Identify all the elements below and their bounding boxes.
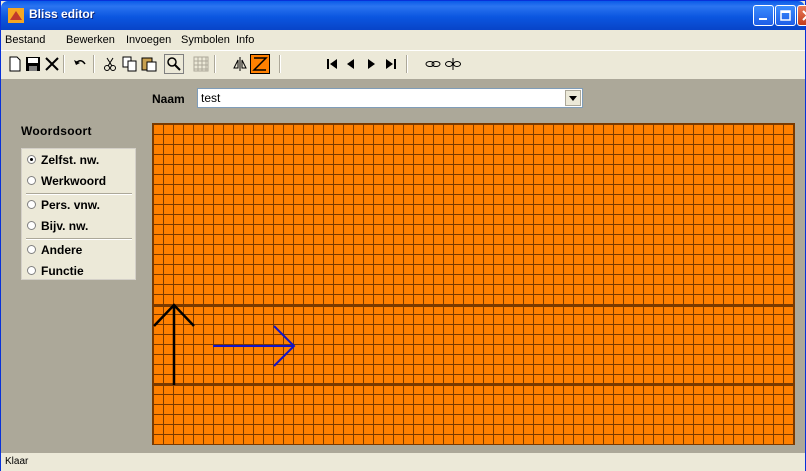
radio-label: Bijv. nw. bbox=[41, 219, 89, 233]
chevron-down-icon[interactable] bbox=[565, 90, 581, 106]
status-bar: Klaar bbox=[1, 452, 805, 471]
toolbar bbox=[1, 50, 805, 80]
minimize-icon[interactable] bbox=[753, 5, 774, 26]
woordsoort-label: Woordsoort bbox=[21, 124, 92, 138]
editor-area: Naam test Woordsoort Zelfst. nw. Werkwoo… bbox=[1, 79, 805, 452]
radio-icon[interactable] bbox=[27, 221, 36, 230]
menu-info[interactable]: Info bbox=[236, 34, 254, 46]
radio-functie[interactable]: Functie bbox=[22, 260, 135, 282]
grid-icon[interactable] bbox=[191, 54, 211, 74]
save-icon[interactable] bbox=[23, 54, 43, 74]
maximize-icon[interactable] bbox=[775, 5, 796, 26]
radio-icon[interactable] bbox=[27, 245, 36, 254]
draw-icon[interactable] bbox=[250, 54, 270, 74]
radio-icon[interactable] bbox=[27, 266, 36, 275]
radio-bijv-nw[interactable]: Bijv. nw. bbox=[22, 215, 135, 237]
radio-zelfst-nw[interactable]: Zelfst. nw. bbox=[22, 149, 135, 171]
radio-werkwoord[interactable]: Werkwoord bbox=[22, 170, 135, 192]
previous-icon[interactable] bbox=[341, 54, 361, 74]
radio-icon[interactable] bbox=[27, 176, 36, 185]
title-bar[interactable]: Bliss editor bbox=[1, 1, 806, 30]
cut-icon[interactable] bbox=[100, 54, 120, 74]
link-icon[interactable] bbox=[423, 54, 443, 74]
app-window: Bliss editor Bestand Bewerken Invoegen S… bbox=[0, 0, 806, 471]
radio-selected-icon[interactable] bbox=[27, 155, 36, 164]
menu-bewerken[interactable]: Bewerken bbox=[66, 34, 115, 46]
drawing-grid[interactable] bbox=[152, 123, 795, 445]
menu-invoegen[interactable]: Invoegen bbox=[126, 34, 171, 46]
right-arrow-icon[interactable] bbox=[213, 325, 296, 367]
radio-andere[interactable]: Andere bbox=[22, 239, 135, 261]
undo-icon[interactable] bbox=[70, 54, 90, 74]
window-title: Bliss editor bbox=[29, 7, 95, 21]
unlink-icon[interactable] bbox=[443, 54, 463, 74]
radio-label: Functie bbox=[41, 264, 84, 278]
copy-icon[interactable] bbox=[120, 54, 140, 74]
radio-label: Pers. vnw. bbox=[41, 198, 100, 212]
app-icon bbox=[8, 8, 24, 23]
status-text: Klaar bbox=[5, 456, 29, 467]
new-icon[interactable] bbox=[5, 54, 25, 74]
menu-bar: Bestand Bewerken Invoegen Symbolen Info bbox=[1, 31, 805, 49]
paste-icon[interactable] bbox=[139, 54, 159, 74]
next-icon[interactable] bbox=[361, 54, 381, 74]
menu-symbolen[interactable]: Symbolen bbox=[181, 34, 230, 46]
radio-icon[interactable] bbox=[27, 200, 36, 209]
zoom-icon[interactable] bbox=[164, 54, 184, 74]
radio-pers-vnw[interactable]: Pers. vnw. bbox=[22, 194, 135, 216]
menu-bestand[interactable]: Bestand bbox=[5, 34, 45, 46]
radio-label: Andere bbox=[41, 243, 83, 257]
naam-value[interactable]: test bbox=[201, 91, 220, 105]
last-icon[interactable] bbox=[381, 54, 401, 74]
symbol-layer bbox=[153, 303, 296, 385]
naam-label: Naam bbox=[152, 92, 185, 106]
close-icon[interactable] bbox=[797, 5, 806, 26]
naam-combobox[interactable]: test bbox=[197, 88, 583, 108]
first-icon[interactable] bbox=[322, 54, 342, 74]
mirror-icon[interactable] bbox=[230, 54, 250, 74]
woordsoort-panel: Zelfst. nw. Werkwoord Pers. vnw. Bijv. n… bbox=[21, 148, 136, 280]
delete-icon[interactable] bbox=[42, 54, 62, 74]
up-arrow-icon[interactable] bbox=[153, 303, 195, 385]
radio-label: Zelfst. nw. bbox=[41, 153, 100, 167]
radio-label: Werkwoord bbox=[41, 174, 107, 188]
